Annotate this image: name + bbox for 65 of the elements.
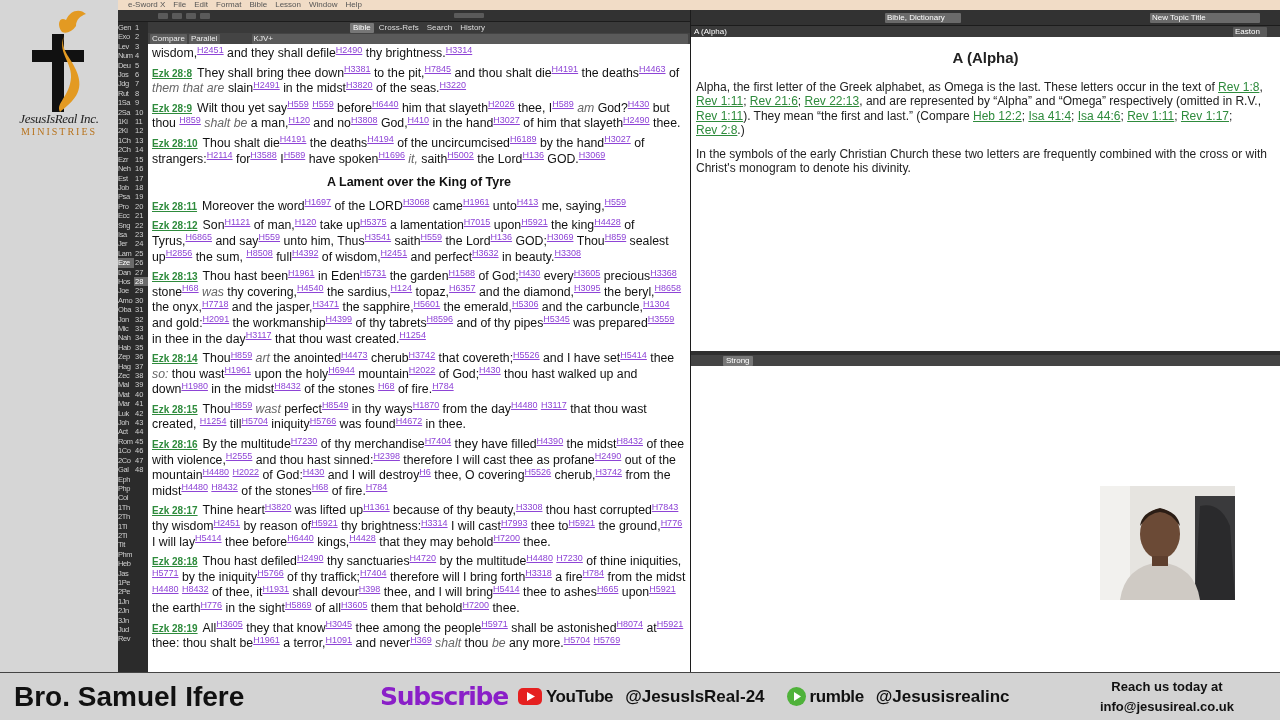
verse-reference[interactable]: Ezk 28:15 (152, 403, 198, 415)
menu-item[interactable]: e-Sword X (128, 0, 166, 10)
tab[interactable]: History (457, 22, 489, 33)
verse-text: Ezk 28:12 Son$^{H1121}$ of man,$^{H120}$ take up$^{H5375}$ a lamentation$^{H7015}$ upon$^{H5921}$ the king$^{H4428}$ of Tyrus,$^{H6865}$ and say$^{H559}$ unto him, Thus$^{H3541}$ saith$^{H559}$ the Lord$^{H136}$ GOD;$^{H3069}$ Thou$^{H859}$ sealest up$^{H2856}$ the sum, $^{H8508}$ full$^{H4392}$ of wisdom,$^{H2451}$ and perfect$^{H3632}$ in beauty.$^{H3308}$ (152, 218, 670, 266)
verse-reference[interactable]: Ezk 28:17 (152, 505, 198, 517)
dictionary-paragraph: In the symbols of the early Christian Church these two letters are frequently combined with the cross or with Christ's monogram to denote his divinity. (696, 146, 1268, 176)
verse-reference[interactable]: Ezk 28:11 (152, 200, 198, 212)
verse-text: Ezk 28:9 Wilt thou yet say$^{H559}$ $^{H559}$ before$^{H6440}$ him that slayeth$^{H2026}$ thee, I$^{H589}$ am God?$^{H430}$ but thou $^{H859}$ shalt be a man,$^{H120}$ and no$^{H3808}$ God,$^{H410}$ in the hand$^{H3027}$ of him that slayeth$^{H2490}$ thee. (152, 100, 682, 132)
tab[interactable]: Strong (723, 355, 753, 366)
channel-handle: @JesusIsReal-24 (625, 685, 765, 708)
menu-item[interactable]: Lesson (275, 0, 301, 10)
view-button[interactable]: Parallel (188, 33, 220, 44)
logo-tagline: MINISTRIES (20, 126, 98, 138)
verse-reference[interactable]: Ezk 28:19 (152, 622, 198, 634)
channel-handle: @Jesusisrealinc (875, 685, 1010, 708)
verse-text: Ezk 28:8 They shall bring thee down$^{H3381}$ to the pit,$^{H7845}$ and thou shalt die$^{H4191}$ the deaths$^{H4463}$ of them that are slain$^{H2491}$ in the midst$^{H3820}$ of the seas.$^{H3220}$ (152, 65, 681, 97)
menu-item[interactable]: Format (216, 0, 242, 10)
menu-item[interactable]: Help (345, 0, 362, 10)
contact-label: Reach us today at (1111, 678, 1223, 696)
menu-item[interactable]: File (173, 0, 187, 10)
play-icon (517, 688, 542, 705)
scripture-link[interactable]: Rev 2:8 (696, 123, 738, 137)
topic-select[interactable]: New Topic Title (1150, 12, 1260, 23)
view-button[interactable]: Compare (150, 33, 187, 44)
verse-text: Ezk 28:17 Thine heart$^{H3820}$ was lifted up$^{H1361}$ because of thy beauty,$^{H3308}$ thou hast corrupted$^{H7843}$ thy wisdom$^{H2451}$ by reason of$^{H5921}$ thy brightness:$^{H3314}$ I will cast$^{H7993}$ thee to$^{H5921}$ the ground,$^{H776}$ I will lay$^{H5414}$ thee before$^{H6440}$ kings,$^{H4428}$ that they may behold$^{H7200}$ thee. (152, 503, 684, 551)
scripture-link[interactable]: Rev 21:6 (749, 94, 798, 108)
platform-name: YouTube (545, 685, 614, 708)
menu-item[interactable]: Bible (249, 0, 268, 10)
verse-text: Ezk 28:10 Thou shalt die$^{H4191}$ the deaths$^{H4194}$ of the uncircumcised$^{H6189}$ by the hand$^{H3027}$ of strangers:$^{H2114}$ for$^{H3588}$ I$^{H589}$ have spoken$^{H1696}$ it, saith$^{H5002}$ the Lord$^{H136}$ GOD.$^{H3069}$ (152, 135, 646, 168)
translation-select[interactable]: KJV+ (251, 33, 688, 44)
topic-search-field[interactable]: A (Alpha) (694, 26, 1230, 37)
verse-reference[interactable]: Ezk 28:13 (152, 271, 198, 283)
verse-text: Ezk 28:14 Thou$^{H859}$ art the anointed$^{H4473}$ cherub$^{H3742}$ that covereth;$^{H5526}$ and I have set$^{H5414}$ thee so: thou wast$^{H1961}$ upon the holy$^{H6944}$ mountain$^{H2022}$ of God;$^{H430}$ thou hast walked up and down$^{H1980}$ in the midst$^{H8432}$ of the stones $^{H68}$ of fire.$^{H784}$ (152, 351, 676, 398)
scripture-link[interactable]: Heb 12:2 (973, 108, 1022, 123)
verse-text: Ezk 28:11 Moreover the word$^{H1697}$ of the LORD$^{H3068}$ came$^{H1961}$ unto$^{H413}$ me, saying,$^{H559}$ (152, 198, 628, 215)
scripture-link[interactable]: Rev 1:11 (696, 108, 744, 123)
verse-reference[interactable]: Ezk 28:10 (152, 137, 198, 149)
verse-reference[interactable]: Ezk 28:14 (152, 353, 198, 365)
subscribe-label: Subscribe (380, 680, 508, 713)
verse-reference[interactable]: Ezk 28:12 (152, 220, 198, 232)
dropdown[interactable] (454, 13, 484, 18)
verse-text: Ezk 28:15 Thou$^{H859}$ wast perfect$^{H8549}$ in thy ways$^{H1870}$ from the day$^{H4480}$ $^{H3117}$ that thou wast created, $^{H1254}$ till$^{H5704}$ iniquity$^{H5766}$ was found$^{H4672}$ in thee. (152, 401, 648, 434)
menu-item[interactable]: Window (309, 0, 338, 10)
tab[interactable]: Search (423, 22, 456, 33)
verse-reference[interactable]: Ezk 28:9 (152, 102, 193, 114)
verse-reference[interactable]: Ezk 28:8 (152, 67, 193, 79)
tab[interactable]: Cross-Refs (375, 22, 422, 33)
dictionary-paragraph: Alpha, the first letter of the Greek alphabet, as Omega is the last. These letters occur in the text of Rev 1:8, Rev 1:11; Rev 21:6; Rev 22:13, and are represented by “Alpha” and “Omega” respectively (omitted in R.V., Rev 1:11). They mean “the first and last.” (Compare Heb 12:2; Isa 41:4; Isa 44:6; Rev 1:11; Rev 1:17; Rev 2:8.) (696, 79, 1264, 138)
logo-name: JesusIsReal Inc. (19, 112, 99, 126)
topic-title: A (Alpha) (951, 51, 1020, 66)
tab[interactable]: Bible (349, 22, 374, 33)
verse-reference[interactable]: Ezk 28:16 (152, 439, 198, 451)
scripture-link[interactable]: Rev 1:17 (1180, 108, 1229, 123)
contact-email: info@jesusireal.co.uk (1099, 697, 1234, 716)
platform-name: rumble (809, 685, 864, 708)
module-select[interactable]: Bible, Dictionary (885, 12, 961, 23)
verse-text: wisdom,$^{H2451}$ and they shall defile$^{H2490}$ thy brightness.$^{H3314}$ (152, 44, 474, 62)
verse-text: Ezk 28:13 Thou hast been$^{H1961}$ in Eden$^{H5731}$ the garden$^{H1588}$ of God;$^{H430}$ every$^{H3605}$ precious$^{H3368}$ stone$^{H68}$ was thy covering,$^{H4540}$ the sardius,$^{H124}$ topaz,$^{H6357}$ and the diamond,$^{H3095}$ the beryl,$^{H8658}$ the onyx,$^{H7718}$ and the jasper,$^{H3471}$ the sapphire,$^{H5601}$ the emerald,$^{H5306}$ and the carbuncle,$^{H1304}$ and gold:$^{H2091}$ the workmanship$^{H4399}$ of thy tabrets$^{H8596}$ and of thy pipes$^{H5345}$ was prepared$^{H3559}$ in thee in the day$^{H3117}$ that thou wast created.$^{H1254}$ (152, 269, 683, 348)
verse-reference[interactable]: Ezk 28:18 (152, 556, 198, 568)
play-icon (786, 687, 806, 706)
section-heading: A Lament over the King of Tyre (325, 175, 513, 191)
dictionary-select[interactable]: Easton (1233, 26, 1267, 37)
presenter-name: Bro. Samuel Ifere (14, 679, 246, 714)
menu-item[interactable]: Edit (194, 0, 209, 10)
verse-text: Ezk 28:16 By the multitude$^{H7230}$ of thy merchandise$^{H7404}$ they have filled$^{H4390}$ the midst$^{H8432}$ of thee with violence,$^{H2555}$ and thou hast sinned:$^{H2398}$ therefore I will cast thee as profane$^{H2490}$ out of the mountain$^{H4480}$ $^{H2022}$ of God:$^{H430}$ and I will destroy$^{H6}$ thee, O covering$^{H5526}$ cherub,$^{H3742}$ from the midst$^{H4480}$ $^{H8432}$ of the stones$^{H68}$ of fire.$^{H784}$ (152, 437, 685, 500)
